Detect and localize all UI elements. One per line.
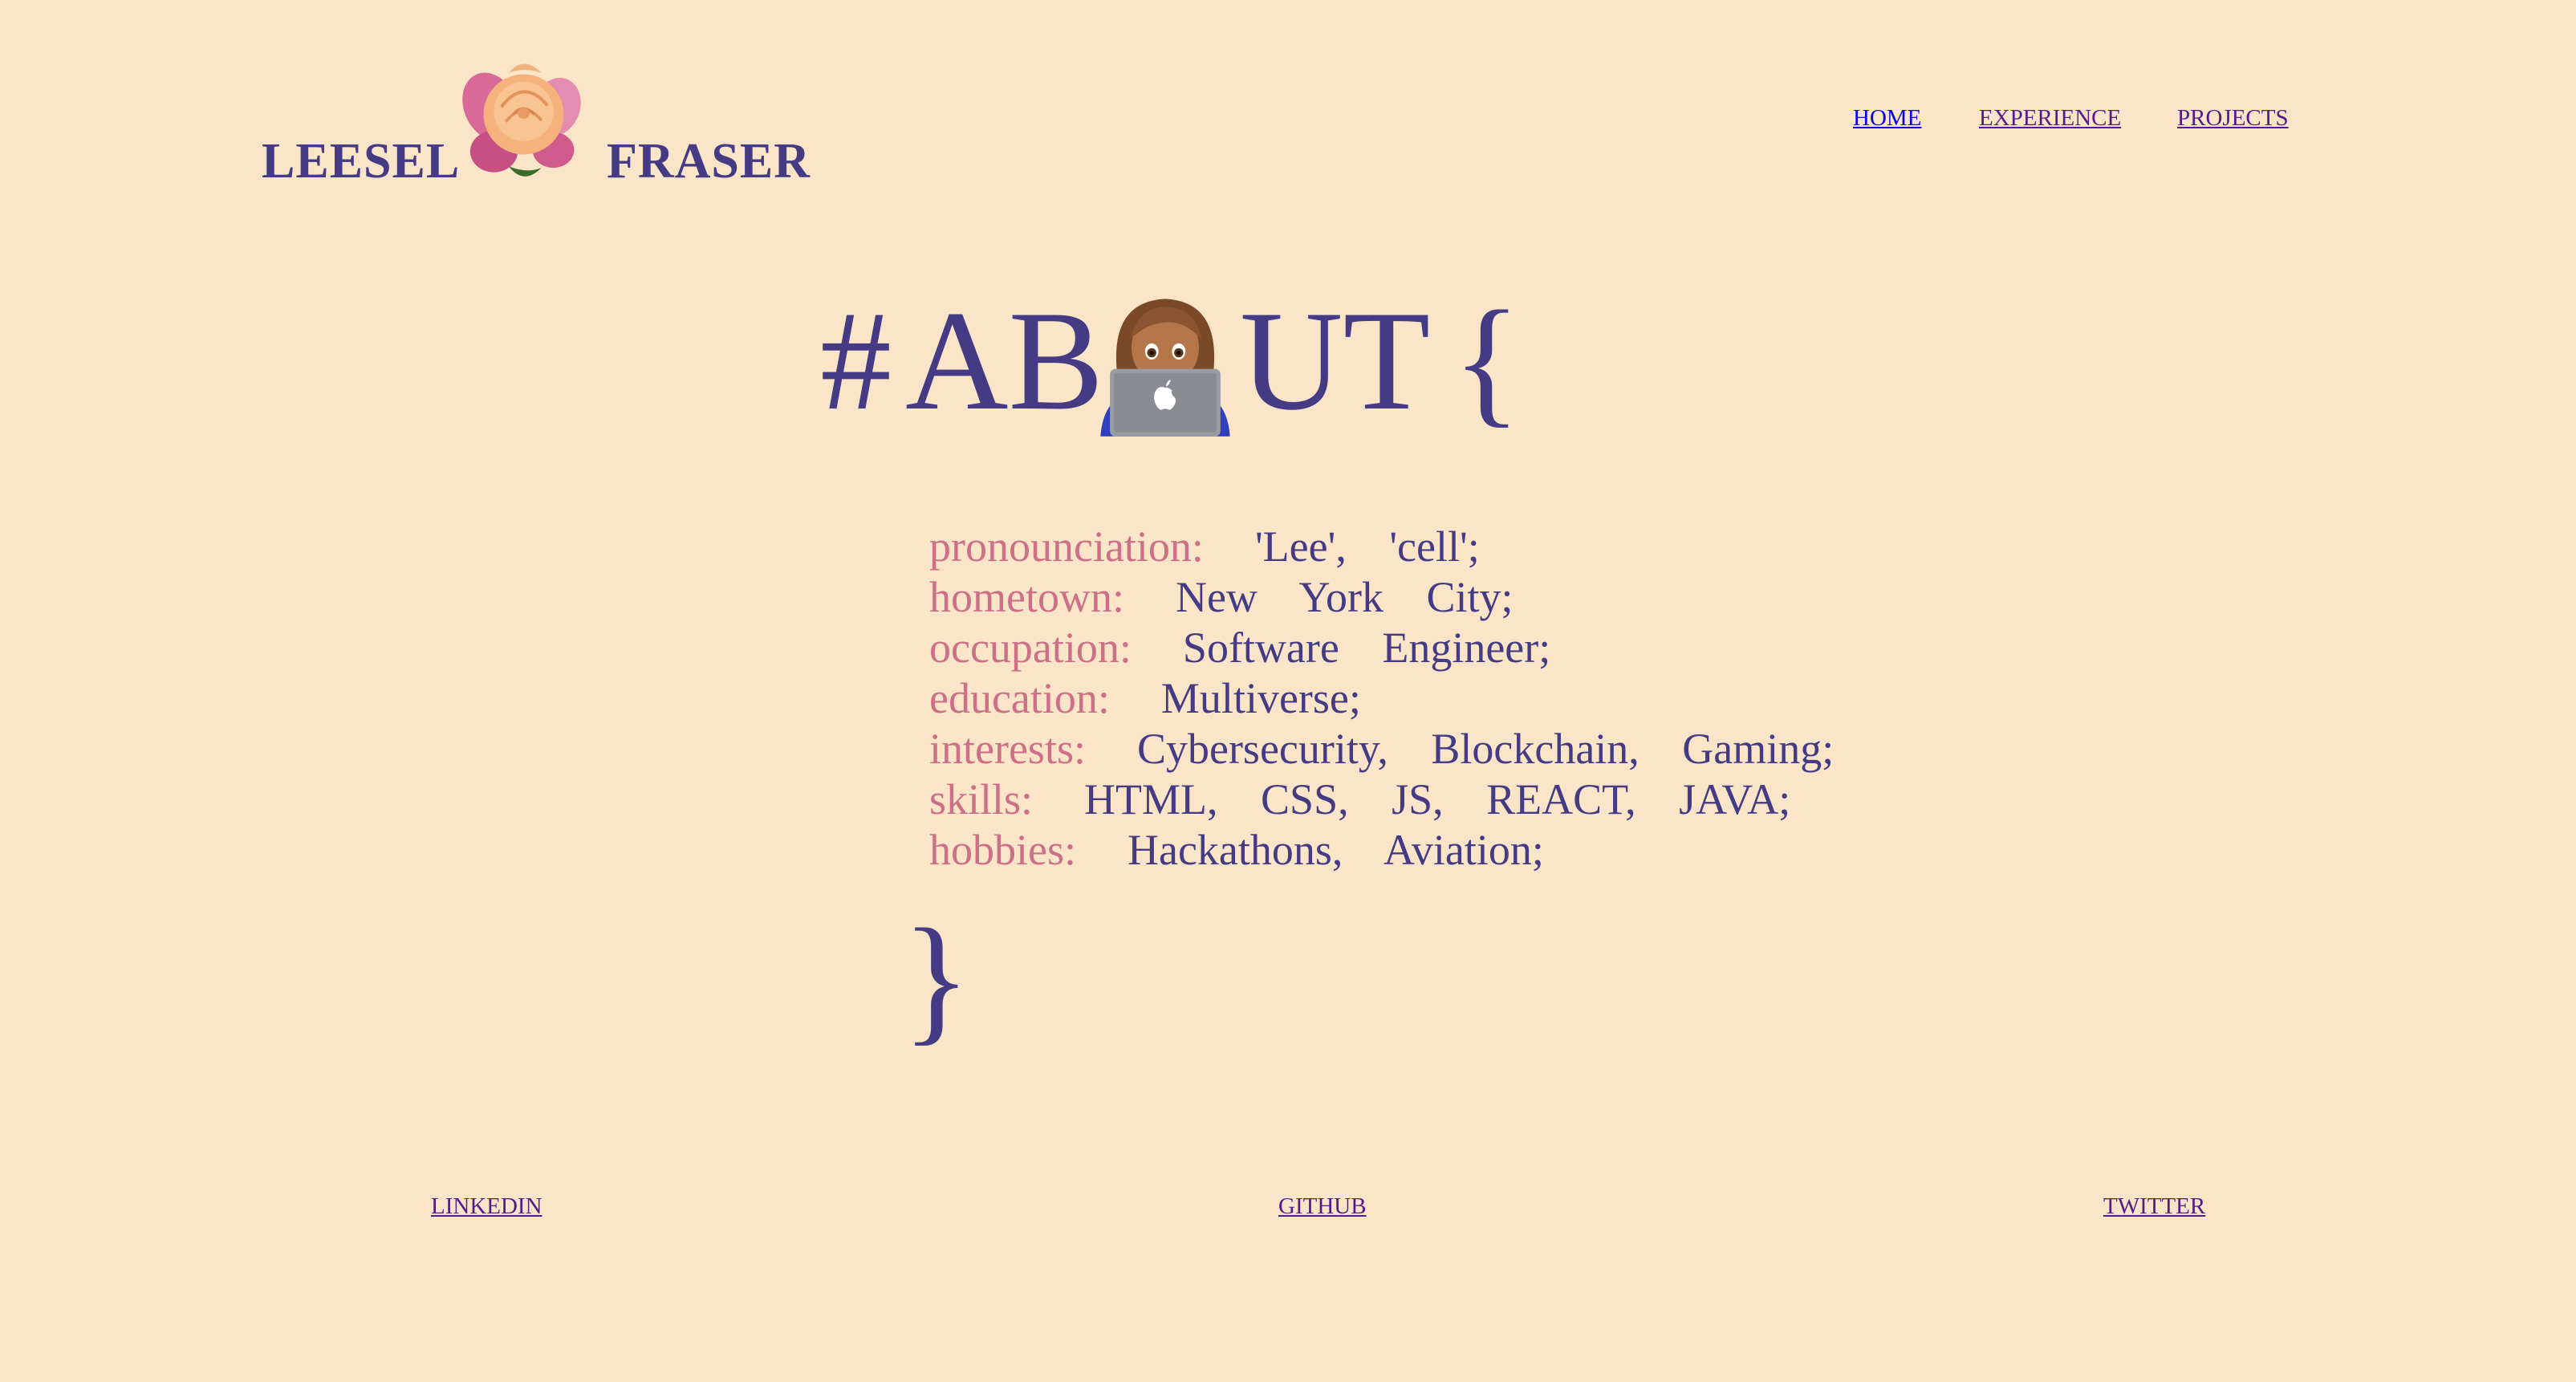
linkedin-link[interactable]: LINKEDIN xyxy=(431,1195,542,1218)
github-link[interactable]: GITHUB xyxy=(1278,1195,1367,1218)
detail-row-occupation: occupation: Software Engineer; xyxy=(929,626,1550,669)
nav-projects-link[interactable]: PROJECTS xyxy=(2177,107,2289,130)
detail-row-hobbies: hobbies: Hackathons, Aviation; xyxy=(929,828,1544,872)
detail-row-education: education: Multiverse; xyxy=(929,677,1361,720)
twitter-link[interactable]: TWITTER xyxy=(2103,1195,2205,1218)
woman-technologist-icon xyxy=(1100,299,1230,437)
detail-key: interests: xyxy=(929,725,1086,773)
detail-row-interests: interests: Cybersecurity, Blockchain, Gam… xyxy=(929,727,1834,770)
detail-key: occupation: xyxy=(929,624,1132,672)
about-heading-hash: # xyxy=(820,281,892,440)
logo-last-name: FRASER xyxy=(607,134,811,189)
detail-row-skills: skills: HTML, CSS, JS, REACT, JAVA; xyxy=(929,778,1790,821)
detail-value: Hackathons, Aviation; xyxy=(1128,826,1544,874)
detail-key: education: xyxy=(929,674,1110,722)
detail-key: hobbies: xyxy=(929,826,1076,874)
page: LEESEL FRASER HOME EXPERIENCE PROJECTS #… xyxy=(0,0,2576,1382)
detail-key: pronounciation: xyxy=(929,522,1204,571)
about-heading-ut: UT xyxy=(1240,281,1431,440)
detail-key: skills: xyxy=(929,775,1034,823)
detail-value: 'Lee', 'cell'; xyxy=(1254,522,1480,571)
nav-experience-link[interactable]: EXPERIENCE xyxy=(1979,107,2121,130)
close-brace: } xyxy=(902,899,971,1058)
nav-home-link[interactable]: HOME xyxy=(1853,107,1921,130)
detail-value: Cybersecurity, Blockchain, Gaming; xyxy=(1136,725,1834,773)
detail-row-pronounciation: pronounciation: 'Lee', 'cell'; xyxy=(929,525,1480,568)
detail-value: HTML, CSS, JS, REACT, JAVA; xyxy=(1084,775,1791,823)
detail-value: Multiverse; xyxy=(1160,674,1361,722)
open-brace: { xyxy=(1453,281,1522,440)
detail-row-hometown: hometown: New York City; xyxy=(929,575,1514,619)
about-heading-ab: AB xyxy=(905,281,1104,440)
rose-icon xyxy=(462,63,581,177)
logo-first-name: LEESEL xyxy=(262,134,461,189)
detail-value: New York City; xyxy=(1175,573,1514,621)
detail-value: Software Engineer; xyxy=(1182,624,1551,672)
detail-key: hometown: xyxy=(929,573,1124,621)
